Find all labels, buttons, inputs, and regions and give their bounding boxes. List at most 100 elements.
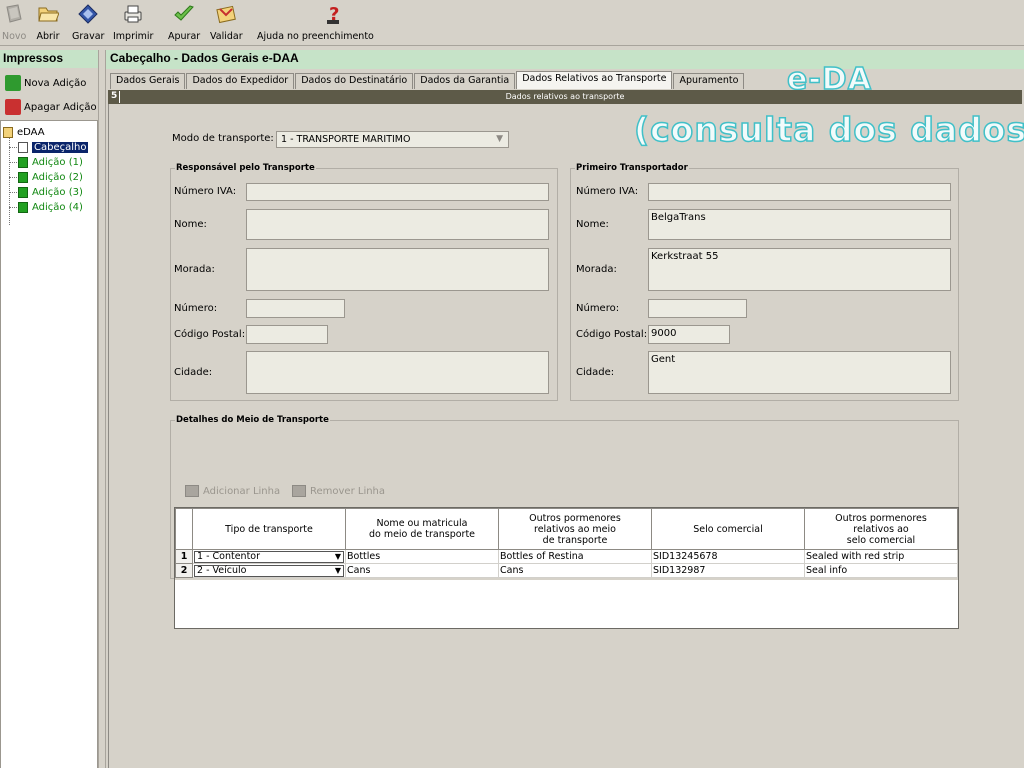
tipo-select[interactable]: 1 - Contentor ▼ bbox=[194, 550, 344, 563]
section-title: Dados relativos ao transporte bbox=[505, 92, 625, 101]
responsavel-legend: Responsável pelo Transporte bbox=[175, 163, 316, 173]
panel-splitter[interactable] bbox=[98, 50, 106, 768]
tipo-cell[interactable]: 1 - Contentor ▼ bbox=[192, 549, 346, 564]
tab-bar: Dados Gerais Dados do Expedidor Dados do… bbox=[110, 71, 745, 89]
row-number: 2 bbox=[175, 563, 193, 578]
responsavel-cp-label: Código Postal: bbox=[174, 329, 246, 340]
selo-cell[interactable]: SID132987 bbox=[651, 563, 805, 578]
tree-item-label: Adição (4) bbox=[32, 202, 83, 213]
responsavel-numero-input[interactable] bbox=[246, 299, 345, 318]
tree-root[interactable]: eDAA bbox=[1, 125, 97, 140]
column-header-outros[interactable]: Outros pormenores relativos ao meio de t… bbox=[498, 508, 652, 550]
tipo-cell[interactable]: 2 - Veículo ▼ bbox=[192, 563, 346, 578]
primeiro-nif-label: Número IVA: bbox=[576, 186, 639, 197]
new-button[interactable]: Novo bbox=[2, 2, 26, 42]
main-panel: Cabeçalho - Dados Gerais e-DAA Dados Ger… bbox=[106, 50, 1024, 768]
primeiro-morada-input[interactable]: Kerkstraat 55 bbox=[648, 248, 951, 291]
row-number: 1 bbox=[175, 549, 193, 564]
detalhes-legend: Detalhes do Meio de Transporte bbox=[175, 415, 330, 425]
add-addition-button[interactable]: Nova Adição bbox=[0, 72, 100, 94]
tree-item-label: Adição (2) bbox=[32, 172, 83, 183]
tree-item-adicao-1[interactable]: Adição (1) bbox=[1, 155, 97, 170]
nome-cell[interactable]: Cans bbox=[345, 563, 499, 578]
validate-envelope-icon bbox=[214, 2, 238, 26]
delete-addition-label: Apagar Adição bbox=[24, 101, 97, 113]
primeiro-morada-label: Morada: bbox=[576, 264, 617, 275]
tree-item-adicao-3[interactable]: Adição (3) bbox=[1, 185, 97, 200]
column-header-tipo[interactable]: Tipo de transporte bbox=[192, 508, 346, 550]
primeiro-cp-label: Código Postal: bbox=[576, 329, 648, 340]
delete-addition-button[interactable]: Apagar Adição bbox=[0, 96, 100, 118]
validate-label: Validar bbox=[210, 31, 243, 42]
print-button[interactable]: Imprimir bbox=[113, 2, 153, 42]
new-document-icon bbox=[2, 2, 26, 26]
selo-cell[interactable]: SID13245678 bbox=[651, 549, 805, 564]
add-line-button[interactable]: Adicionar Linha bbox=[185, 485, 280, 497]
primeiro-cidade-input[interactable]: Gent bbox=[648, 351, 951, 394]
save-button[interactable]: Gravar bbox=[72, 2, 104, 42]
column-header-nome[interactable]: Nome ou matricula do meio de transporte bbox=[345, 508, 499, 550]
responsavel-numero-label: Número: bbox=[174, 303, 218, 314]
nome-cell[interactable]: Bottles bbox=[345, 549, 499, 564]
tab-dados-transporte[interactable]: Dados Relativos ao Transporte bbox=[516, 71, 673, 89]
table-row[interactable]: 2 2 - Veículo ▼ Cans Cans SID132987 Seal … bbox=[175, 563, 958, 578]
tree-item-cabecalho[interactable]: Cabeçalho bbox=[1, 140, 97, 155]
document-tree: eDAA Cabeçalho Adição (1) Adição (2) Adi… bbox=[0, 120, 98, 768]
printer-icon bbox=[121, 2, 145, 26]
primeiro-cidade-label: Cidade: bbox=[576, 367, 615, 378]
left-panel: Impressos Nova Adição Apagar Adição eDAA… bbox=[0, 50, 100, 768]
add-addition-label: Nova Adição bbox=[24, 77, 87, 89]
primeiro-nif-input[interactable] bbox=[648, 183, 951, 201]
primeiro-nome-label: Nome: bbox=[576, 219, 609, 230]
table-row[interactable]: 1 1 - Contentor ▼ Bottles Bottles of Rest… bbox=[175, 549, 958, 564]
responsavel-group: Responsável pelo Transporte Número IVA: … bbox=[170, 163, 558, 401]
open-button[interactable]: Abrir bbox=[36, 2, 60, 42]
tab-apuramento[interactable]: Apuramento bbox=[673, 73, 745, 89]
remove-line-label: Remover Linha bbox=[310, 485, 386, 497]
responsavel-cidade-label: Cidade: bbox=[174, 367, 213, 378]
responsavel-nif-input[interactable] bbox=[246, 183, 549, 201]
toolbar: Novo Abrir Gravar Imprimir Apurar Valida… bbox=[0, 0, 1024, 46]
chevron-down-icon: ▼ bbox=[334, 551, 341, 561]
left-panel-header: Impressos bbox=[0, 50, 100, 68]
responsavel-morada-input[interactable] bbox=[246, 248, 549, 291]
folder-open-icon bbox=[36, 2, 60, 26]
responsavel-cidade-input[interactable] bbox=[246, 351, 549, 394]
green-page-icon bbox=[18, 187, 28, 198]
calculate-button[interactable]: Apurar bbox=[168, 2, 200, 42]
delete-x-icon bbox=[5, 99, 21, 115]
tab-dados-destinatario[interactable]: Dados do Destinatário bbox=[295, 73, 414, 89]
primeiro-nome-input[interactable]: BelgaTrans bbox=[648, 209, 951, 240]
tab-dados-gerais[interactable]: Dados Gerais bbox=[110, 73, 186, 89]
help-button[interactable]: ? Ajuda no preenchimento bbox=[257, 2, 374, 42]
outros-selo-cell[interactable]: Sealed with red strip bbox=[804, 549, 958, 564]
responsavel-nome-input[interactable] bbox=[246, 209, 549, 240]
column-header-selo[interactable]: Selo comercial bbox=[651, 508, 805, 550]
tab-dados-expedidor[interactable]: Dados do Expedidor bbox=[186, 73, 295, 89]
tree-item-label: Cabeçalho bbox=[32, 142, 89, 153]
outros-cell[interactable]: Bottles of Restina bbox=[498, 549, 652, 564]
transport-mode-value: 1 - TRANSPORTE MARITIMO bbox=[281, 134, 411, 145]
outros-cell[interactable]: Cans bbox=[498, 563, 652, 578]
validate-button[interactable]: Validar bbox=[210, 2, 243, 42]
outros-selo-cell[interactable]: Seal info bbox=[804, 563, 958, 578]
remove-row-icon bbox=[292, 485, 306, 497]
checkmark-icon bbox=[172, 2, 196, 26]
column-header-outros-selo[interactable]: Outros pormenores relativos ao selo come… bbox=[804, 508, 958, 550]
primeiro-cp-input[interactable]: 9000 bbox=[648, 325, 730, 344]
responsavel-nif-label: Número IVA: bbox=[174, 186, 237, 197]
section-header-bar: 5 Dados relativos ao transporte bbox=[108, 90, 1022, 104]
calculate-label: Apurar bbox=[168, 31, 201, 42]
transport-mode-select[interactable]: 1 - TRANSPORTE MARITIMO ▼ bbox=[276, 131, 509, 148]
chevron-down-icon: ▼ bbox=[334, 565, 341, 575]
remove-line-button[interactable]: Remover Linha bbox=[292, 485, 385, 497]
responsavel-nome-label: Nome: bbox=[174, 219, 207, 230]
primeiro-numero-input[interactable] bbox=[648, 299, 747, 318]
tipo-value: 2 - Veículo bbox=[197, 564, 247, 576]
tipo-select[interactable]: 2 - Veículo ▼ bbox=[194, 564, 344, 577]
tree-item-adicao-2[interactable]: Adição (2) bbox=[1, 170, 97, 185]
tree-item-adicao-4[interactable]: Adição (4) bbox=[1, 200, 97, 215]
responsavel-cp-input[interactable] bbox=[246, 325, 328, 344]
tab-dados-garantia[interactable]: Dados da Garantia bbox=[414, 73, 516, 89]
help-label: Ajuda no preenchimento bbox=[257, 31, 374, 42]
